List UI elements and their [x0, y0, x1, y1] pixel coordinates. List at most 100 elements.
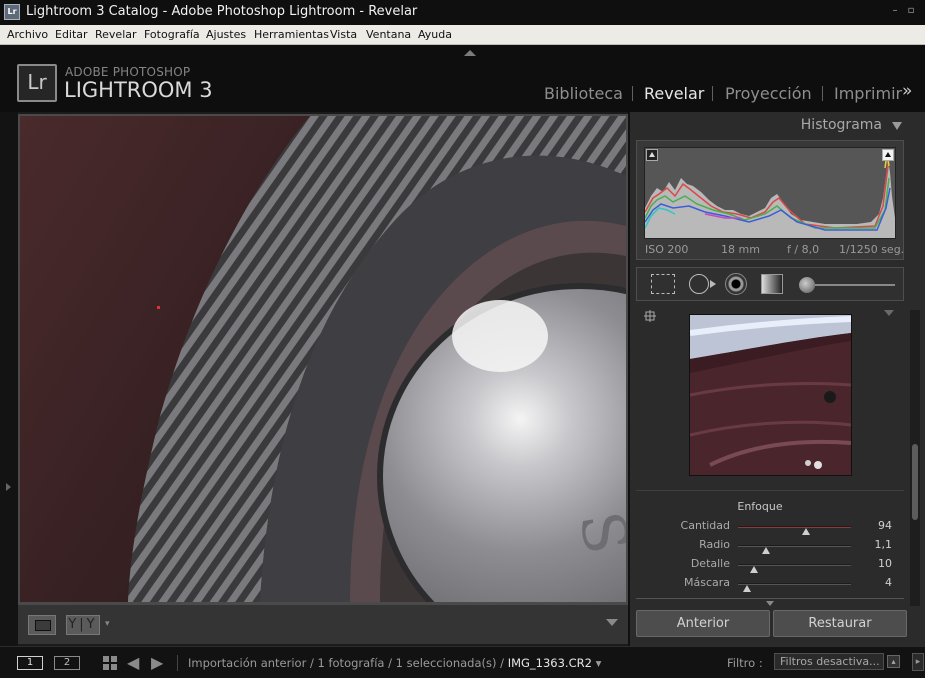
next-photo-icon[interactable]: ▶: [151, 653, 163, 672]
menu-bar: Archivo Editar Revelar Fotografía Ajuste…: [0, 25, 925, 45]
top-panel-toggle-icon[interactable]: [464, 50, 476, 56]
slider-thumb[interactable]: [801, 528, 810, 535]
restore-icon[interactable]: ▫: [906, 6, 916, 16]
slider-label: Cantidad: [680, 519, 730, 532]
module-separator: [822, 86, 823, 101]
second-window-button[interactable]: 2: [54, 656, 80, 670]
adjustment-brush-tool-icon[interactable]: [799, 277, 815, 293]
slider-track[interactable]: [738, 583, 851, 592]
module-biblioteca[interactable]: Biblioteca: [544, 84, 623, 103]
module-imprimir[interactable]: Imprimir: [834, 84, 902, 103]
tool-strip: [636, 267, 904, 301]
panel-end-icon: [766, 601, 774, 606]
filter-select[interactable]: Filtros desactiva...: [774, 653, 884, 670]
module-separator: [712, 86, 713, 101]
main-window-button[interactable]: 1: [17, 656, 43, 670]
shadow-clipping-toggle[interactable]: [646, 149, 658, 161]
right-panel: Histograma ISO 200 18 mm f / 8,0 1/1250 …: [628, 112, 925, 646]
menu-ajustes[interactable]: Ajustes: [206, 28, 246, 41]
minimize-icon[interactable]: –: [890, 6, 900, 16]
previous-photo-icon[interactable]: ◀: [127, 653, 139, 672]
before-after-button[interactable]: Y|Y: [66, 615, 100, 635]
exif-aperture: f / 8,0: [787, 243, 820, 256]
source-dropdown-icon[interactable]: ▾: [596, 656, 602, 670]
detail-preview-image: [690, 315, 851, 475]
menu-fotografia[interactable]: Fotografía: [144, 28, 200, 41]
histogram-chart[interactable]: [644, 147, 896, 239]
slider-thumb[interactable]: [762, 547, 771, 554]
histogram-title: Histograma: [800, 117, 882, 133]
menu-revelar[interactable]: Revelar: [95, 28, 137, 41]
grid-view-icon[interactable]: [103, 656, 117, 670]
photo-image: S: [20, 116, 626, 602]
slider-cantidad[interactable]: Cantidad 94: [630, 519, 908, 535]
expand-left-panel-icon[interactable]: [6, 483, 11, 491]
identity-plate: Lr ADOBE PHOTOSHOP LIGHTROOM 3 Bibliotec…: [0, 45, 925, 112]
slider-label: Máscara: [683, 576, 730, 589]
graduated-filter-tool-icon[interactable]: [761, 274, 783, 294]
filmstrip-separator: [177, 655, 178, 671]
histogram-header[interactable]: Histograma: [630, 112, 908, 138]
red-eye-tool-icon[interactable]: [725, 273, 747, 295]
reset-button[interactable]: Restaurar: [773, 610, 907, 637]
highlight-clipping-icon: [885, 152, 891, 157]
detail-divider: [636, 490, 904, 491]
title-bar: Lr Lightroom 3 Catalog - Adobe Photoshop…: [0, 0, 925, 25]
crosshair-icon[interactable]: [644, 310, 656, 322]
menu-herramientas[interactable]: Herramientas: [254, 28, 329, 41]
source-path: Importación anterior / 1 fotografía / 1 …: [188, 656, 505, 670]
collapse-histogram-icon[interactable]: [892, 122, 902, 130]
grid-cell: [111, 656, 117, 662]
slider-label: Radio: [699, 538, 730, 551]
menu-ventana[interactable]: Ventana: [366, 28, 411, 41]
menu-editar[interactable]: Editar: [55, 28, 88, 41]
detail-panel: Enfoque Cantidad 94 Radio 1,1 Detalle 10…: [630, 304, 908, 600]
highlight-clipping-toggle[interactable]: [882, 149, 894, 161]
preview-menu-icon[interactable]: [884, 310, 894, 316]
detail-zoom-preview[interactable]: [689, 314, 852, 476]
grid-cell: [111, 664, 117, 670]
photo-view[interactable]: S: [18, 114, 628, 604]
module-revelar[interactable]: Revelar: [644, 84, 704, 103]
slider-track[interactable]: [738, 545, 851, 554]
menu-archivo[interactable]: Archivo: [7, 28, 48, 41]
spot-removal-tool-icon[interactable]: [689, 274, 709, 294]
module-proyeccion[interactable]: Proyección: [725, 84, 812, 103]
lightroom-window: Lr Lightroom 3 Catalog - Adobe Photoshop…: [0, 0, 925, 678]
toolbar-options-icon[interactable]: [606, 619, 618, 626]
module-separator: [632, 86, 633, 101]
slider-thumb[interactable]: [749, 566, 758, 573]
loupe-icon: [35, 620, 51, 631]
filmstrip-source[interactable]: Importación anterior / 1 fotografía / 1 …: [188, 656, 601, 670]
slider-detalle[interactable]: Detalle 10: [630, 557, 908, 573]
spot-arrow-icon: [710, 280, 716, 288]
app-icon: Lr: [4, 4, 20, 20]
slider-thumb[interactable]: [743, 585, 752, 592]
before-after-dropdown-icon[interactable]: ▾: [105, 619, 110, 629]
more-modules-icon[interactable]: »: [902, 81, 912, 101]
scrollbar-thumb[interactable]: [912, 444, 918, 520]
slider-radio[interactable]: Radio 1,1: [630, 538, 908, 554]
slider-track[interactable]: [738, 526, 851, 535]
left-panel-collapsed[interactable]: [0, 112, 18, 646]
slider-mascara[interactable]: Máscara 4: [630, 576, 908, 592]
exif-focal-length: 18 mm: [721, 243, 760, 256]
menu-ayuda[interactable]: Ayuda: [418, 28, 452, 41]
filter-label: Filtro :: [727, 656, 763, 670]
menu-vista[interactable]: Vista: [330, 28, 357, 41]
filmstrip-toggle-icon[interactable]: ▸: [912, 653, 924, 671]
brand-line2: LIGHTROOM 3: [64, 78, 213, 102]
histogram-graph: [644, 153, 895, 238]
lightroom-logo: Lr: [17, 64, 57, 102]
exif-shutter: 1/1250 seg.: [839, 243, 905, 256]
slider-value[interactable]: 10: [878, 557, 892, 570]
shadow-clipping-icon: [649, 152, 655, 157]
slider-value[interactable]: 4: [885, 576, 892, 589]
previous-button[interactable]: Anterior: [636, 610, 770, 637]
filter-lock-icon[interactable]: ▴: [887, 655, 900, 668]
slider-value[interactable]: 1,1: [875, 538, 893, 551]
slider-value[interactable]: 94: [878, 519, 892, 532]
crop-tool-icon[interactable]: [651, 274, 675, 294]
loupe-view-button[interactable]: [28, 615, 56, 635]
slider-track[interactable]: [738, 564, 851, 573]
